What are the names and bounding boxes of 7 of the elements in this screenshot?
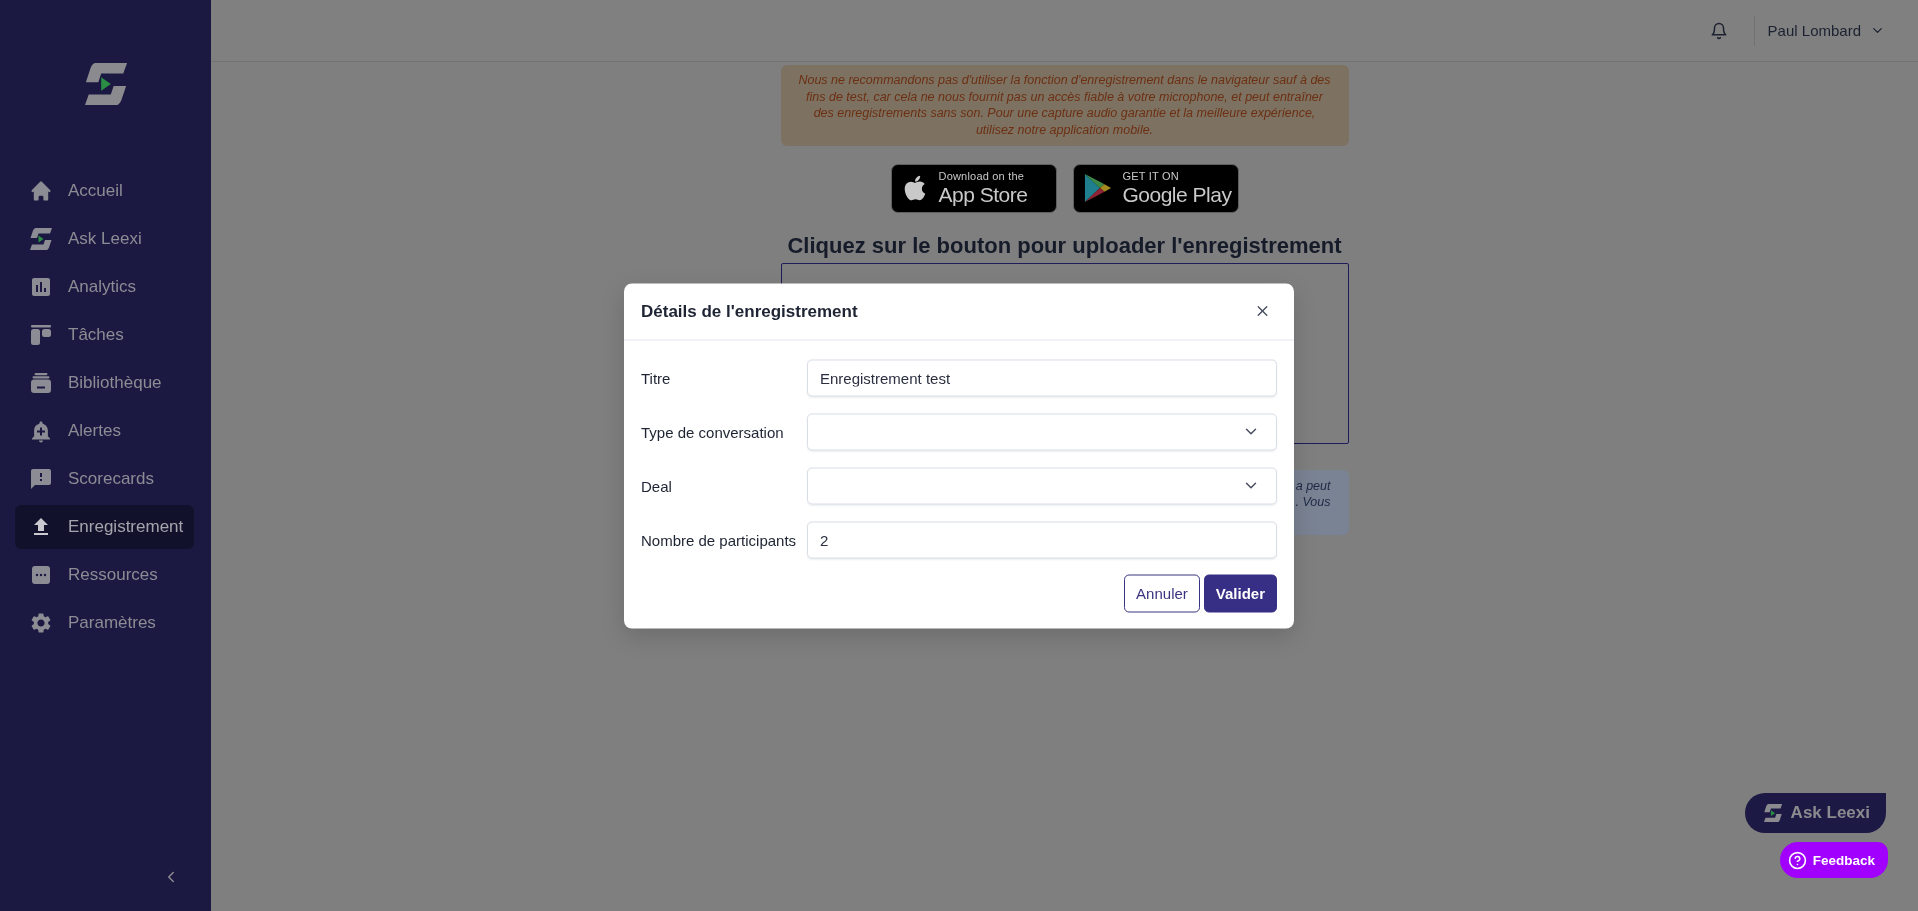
field-label: Nombre de participants <box>641 531 798 548</box>
dialog-title: Détails de l'enregistrement <box>641 301 858 321</box>
upload-heading: Cliquez sur le bouton pour uploader l'enregistrement <box>787 232 1342 259</box>
field-label: Titre <box>641 369 672 386</box>
field-label: Type de conversation <box>641 423 785 440</box>
warning-notice: Nous ne recommandons pas d'utiliser la fonction d'enregistrement dans le navigateur sauf à des fins de test, car cela ne nous fournit pas un accès fiable à votre microphone, et peut entraîner des enregistrements sans son. Pour une capture audio garantie et la meilleure expérience, utilisez notre application mobile. <box>780 65 1349 146</box>
field-label: Deal <box>641 477 673 494</box>
